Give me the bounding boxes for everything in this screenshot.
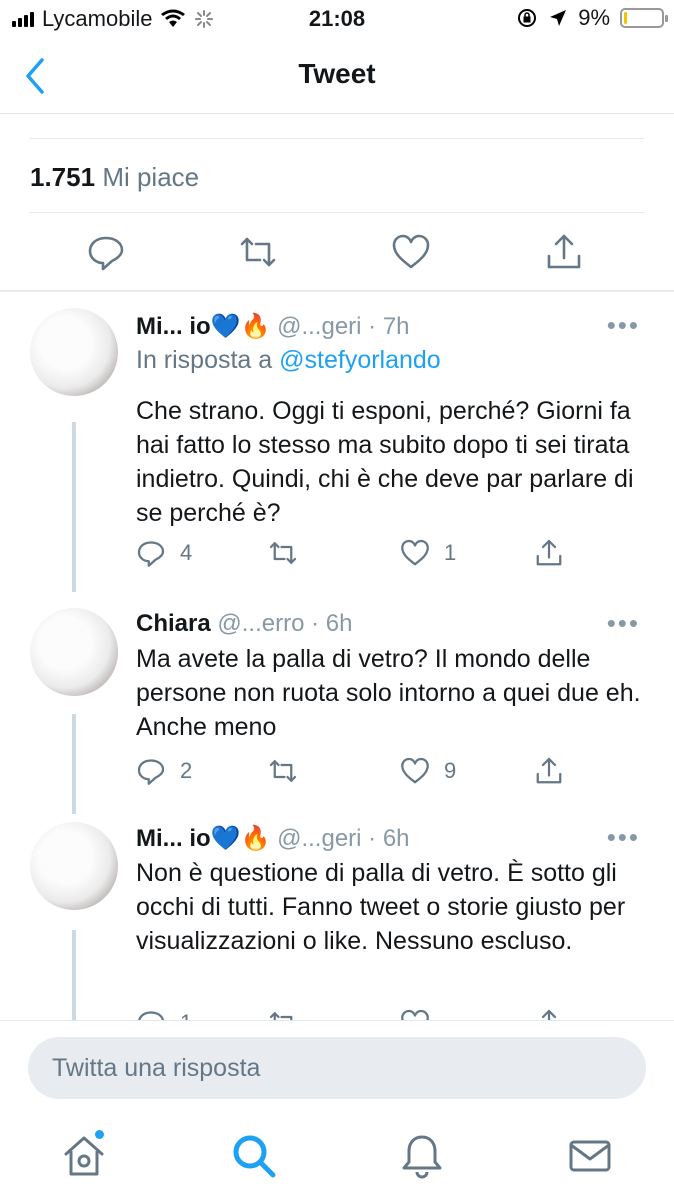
likes-label: Mi piace bbox=[102, 162, 200, 192]
comment-icon bbox=[137, 541, 165, 567]
reply-tweet[interactable]: Mi... io💙🔥 @...geri · 6h ••• Non è quest… bbox=[0, 812, 674, 1020]
heart-icon bbox=[401, 1009, 429, 1020]
heart-icon bbox=[401, 539, 429, 566]
mail-icon[interactable] bbox=[566, 1132, 614, 1180]
comment-action[interactable]: 4 bbox=[136, 538, 192, 568]
reply-to-prefix: In risposta a bbox=[136, 346, 273, 374]
status-bar: Lycamobile 21:08 9% bbox=[0, 0, 674, 38]
avatar[interactable] bbox=[30, 608, 118, 696]
home-icon[interactable] bbox=[60, 1132, 108, 1180]
timestamp: · 6h bbox=[368, 825, 410, 852]
thread-line bbox=[72, 422, 76, 592]
like-action[interactable]: 9 bbox=[400, 756, 456, 786]
likes-summary[interactable]: 1.751 Mi piace bbox=[30, 162, 199, 193]
thread-line bbox=[72, 930, 76, 1020]
share-icon bbox=[536, 757, 562, 784]
retweet-icon bbox=[269, 542, 297, 564]
reply-input[interactable] bbox=[28, 1037, 646, 1099]
retweet-icon[interactable] bbox=[238, 232, 278, 272]
more-options-icon[interactable]: ••• bbox=[607, 310, 640, 341]
avatar[interactable] bbox=[30, 822, 118, 910]
comment-count: 1 bbox=[180, 1010, 192, 1020]
timestamp: · 7h bbox=[368, 313, 410, 340]
divider bbox=[30, 138, 644, 139]
status-right: 9% bbox=[516, 5, 668, 31]
like-count: 1 bbox=[444, 540, 457, 565]
reply-to-mention[interactable]: @stefyorlando bbox=[279, 346, 441, 374]
notification-dot bbox=[95, 1130, 104, 1139]
reply-text: Ma avete la palla di vetro? Il mondo del… bbox=[136, 645, 641, 741]
likes-count: 1.751 bbox=[30, 162, 96, 192]
reply-text: Non è questione di palla di vetro. È sot… bbox=[136, 859, 626, 955]
share-icon bbox=[541, 1009, 557, 1020]
share-icon bbox=[536, 539, 562, 566]
heart-icon bbox=[401, 757, 429, 784]
share-action[interactable] bbox=[534, 756, 564, 786]
author-name[interactable]: Mi... io💙🔥 bbox=[136, 825, 270, 852]
thread-line bbox=[72, 714, 76, 814]
author-handle[interactable]: @...erro bbox=[217, 610, 304, 637]
comment-action[interactable]: 2 bbox=[136, 756, 192, 786]
battery-percent: 9% bbox=[578, 5, 610, 30]
comment-icon bbox=[138, 1011, 164, 1020]
battery-fill bbox=[624, 12, 627, 24]
reply-tweet[interactable]: Chiara @...erro · 6h ••• Ma avete la pal… bbox=[0, 602, 674, 814]
reply-action-bar: 4 1 bbox=[136, 538, 576, 572]
battery-icon bbox=[620, 8, 668, 28]
author-handle[interactable]: @...geri bbox=[277, 825, 361, 852]
like-count: 9 bbox=[444, 758, 457, 783]
comment-icon[interactable] bbox=[86, 232, 126, 272]
reply-header: Mi... io💙🔥 @...geri · 7h bbox=[136, 312, 644, 341]
retweet-icon bbox=[269, 1012, 293, 1020]
reply-tweet[interactable]: Mi... io💙🔥 @...geri · 7h ••• In risposta… bbox=[0, 292, 674, 602]
tweet-action-bar bbox=[0, 226, 674, 282]
author-handle[interactable]: @...geri bbox=[277, 313, 361, 340]
comment-icon bbox=[137, 759, 165, 785]
retweet-action[interactable] bbox=[268, 538, 312, 568]
reply-to-line: In risposta a @stefyorlando bbox=[136, 346, 441, 375]
reply-action-bar: 1 bbox=[136, 1008, 576, 1020]
comment-action[interactable]: 1 bbox=[136, 1008, 192, 1020]
divider bbox=[30, 212, 644, 213]
nav-bar: Tweet bbox=[0, 38, 674, 114]
heart-icon[interactable] bbox=[391, 232, 431, 272]
reply-text: Che strano. Oggi ti esponi, perché? Gior… bbox=[136, 397, 634, 527]
author-name[interactable]: Chiara bbox=[136, 610, 211, 637]
page-title: Tweet bbox=[298, 58, 376, 89]
comment-count: 2 bbox=[180, 758, 193, 783]
timestamp: · 6h bbox=[311, 610, 353, 637]
location-icon bbox=[550, 10, 567, 26]
tab-bar bbox=[0, 1120, 674, 1200]
comment-count: 4 bbox=[180, 540, 193, 565]
search-icon[interactable] bbox=[230, 1132, 278, 1180]
like-action[interactable] bbox=[400, 1008, 444, 1020]
avatar[interactable] bbox=[30, 308, 118, 396]
bell-icon[interactable] bbox=[398, 1132, 446, 1180]
share-action[interactable] bbox=[534, 538, 564, 568]
reply-header: Chiara @...erro · 6h bbox=[136, 610, 644, 638]
like-action[interactable]: 1 bbox=[400, 538, 456, 568]
more-options-icon[interactable]: ••• bbox=[607, 608, 640, 639]
reply-action-bar: 2 9 bbox=[136, 756, 576, 790]
retweet-icon bbox=[269, 760, 297, 782]
share-action[interactable] bbox=[534, 1008, 564, 1020]
retweet-action[interactable] bbox=[268, 1008, 312, 1020]
more-options-icon[interactable]: ••• bbox=[607, 822, 640, 853]
rotation-lock-icon bbox=[518, 9, 537, 27]
reply-composer-bar bbox=[0, 1020, 674, 1120]
reply-header: Mi... io💙🔥 @...geri · 6h bbox=[136, 824, 644, 853]
share-icon[interactable] bbox=[544, 232, 584, 272]
retweet-action[interactable] bbox=[268, 756, 312, 786]
author-name[interactable]: Mi... io💙🔥 bbox=[136, 313, 270, 340]
